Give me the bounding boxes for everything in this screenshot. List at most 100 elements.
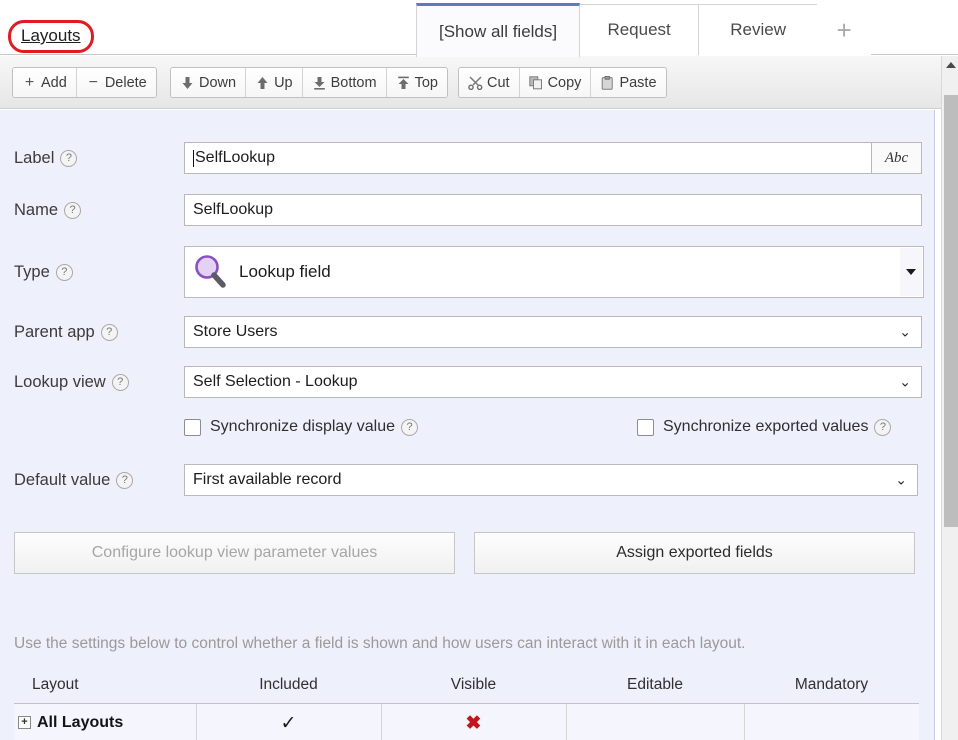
plus-icon: +	[836, 14, 852, 45]
lookup-view-select-value: Self Selection - Lookup	[193, 373, 358, 390]
parent-app-select[interactable]: Store Users ⌄	[184, 316, 922, 348]
help-icon[interactable]: ?	[60, 149, 78, 167]
column-header-included: Included	[196, 670, 381, 704]
tab-show-all-fields[interactable]: [Show all fields]	[416, 3, 581, 57]
help-icon[interactable]: ?	[64, 201, 82, 219]
help-icon[interactable]: ?	[401, 418, 418, 436]
move-down-button-label: Down	[199, 74, 237, 91]
label-field-caption: Label ?	[14, 149, 184, 168]
parent-app-caption: Parent app ?	[14, 323, 184, 342]
arrow-up-icon	[945, 61, 956, 68]
default-value-select[interactable]: First available record ⌄	[184, 464, 918, 496]
tab-label: Review	[730, 20, 786, 39]
scissors-icon	[468, 75, 483, 90]
scrollbar-thumb[interactable]	[944, 95, 958, 527]
breadcrumb-link-layouts[interactable]: Layouts	[21, 26, 81, 45]
sync-display-value-checkbox[interactable]	[184, 418, 201, 436]
cell-included[interactable]: ✓	[196, 703, 382, 740]
lookup-view-caption: Lookup view ?	[14, 373, 184, 392]
label-input[interactable]: SelfLookup	[184, 142, 872, 174]
sync-display-value-label: Synchronize display value ?	[210, 418, 418, 436]
name-field-caption: Name ?	[14, 201, 184, 220]
cell-editable[interactable]	[566, 703, 745, 740]
expand-icon[interactable]: +	[18, 716, 31, 730]
toolbar-group-edit: + Add − Delete	[12, 67, 157, 98]
layout-table-body: + All Layouts ✓ ✖	[14, 703, 919, 740]
default-value-caption-text: Default value	[14, 470, 111, 489]
chevron-down-icon: ⌄	[895, 471, 907, 488]
configure-lookup-parameters-button[interactable]: Configure lookup view parameter values	[14, 532, 455, 574]
add-button[interactable]: + Add	[13, 68, 77, 97]
chevron-down-icon: ⌄	[899, 323, 911, 340]
column-header-layout: Layout	[14, 670, 196, 704]
default-value-field-row: Default value ? First available record ⌄	[14, 464, 918, 496]
default-value-select-value: First available record	[193, 471, 342, 488]
assign-exported-fields-label: Assign exported fields	[616, 544, 773, 561]
assign-exported-fields-button[interactable]: Assign exported fields	[474, 532, 915, 574]
help-icon[interactable]: ?	[116, 471, 134, 489]
name-field-caption-text: Name	[14, 200, 59, 219]
move-up-button-label: Up	[274, 74, 293, 91]
name-input-value: SelfLookup	[193, 201, 274, 218]
parent-app-field-row: Parent app ? Store Users ⌄	[14, 316, 922, 348]
copy-button[interactable]: Copy	[519, 68, 592, 97]
cell-layout-name[interactable]: + All Layouts	[14, 703, 197, 740]
move-to-bottom-button[interactable]: Bottom	[302, 68, 387, 97]
delete-button-label: Delete	[104, 74, 147, 91]
table-row[interactable]: + All Layouts ✓ ✖	[14, 703, 919, 740]
type-field-caption: Type ?	[14, 263, 184, 282]
plus-icon: +	[24, 73, 35, 91]
move-to-top-button[interactable]: Top	[386, 68, 447, 97]
layout-settings-hint: Use the settings below to control whethe…	[14, 635, 746, 652]
parent-app-select-value: Store Users	[193, 323, 278, 340]
move-to-bottom-button-label: Bottom	[330, 74, 377, 91]
field-editor-window: Layouts [Show all fields] Request Review…	[0, 0, 958, 740]
type-dropdown[interactable]: Lookup field	[184, 246, 924, 298]
cell-mandatory[interactable]	[744, 703, 919, 740]
sync-exported-values-checkbox[interactable]	[637, 418, 654, 436]
lookup-view-select[interactable]: Self Selection - Lookup ⌄	[184, 366, 922, 398]
text-caret	[193, 149, 194, 167]
type-field-row: Type ? Lookup field	[14, 246, 924, 298]
clipboard-icon	[600, 75, 615, 90]
paste-button[interactable]: Paste	[591, 68, 666, 97]
vertical-scrollbar[interactable]	[941, 56, 958, 740]
copy-button-label: Copy	[547, 74, 582, 91]
sync-display-value-checkbox-group[interactable]: Synchronize display value ?	[184, 418, 418, 436]
tab-review[interactable]: Review	[698, 4, 819, 55]
move-up-button[interactable]: Up	[246, 68, 303, 97]
label-format-button-text: Abc	[884, 149, 909, 166]
name-input[interactable]: SelfLookup	[184, 194, 922, 226]
label-field-caption-text: Label	[14, 148, 55, 167]
tab-request[interactable]: Request	[579, 4, 700, 55]
column-header-mandatory: Mandatory	[744, 670, 919, 704]
help-icon[interactable]: ?	[100, 323, 118, 341]
field-properties-form: Label ? SelfLookup Abc Name ? SelfLookup	[0, 110, 935, 740]
help-icon[interactable]: ?	[111, 373, 129, 391]
add-tab-button[interactable]: +	[817, 4, 872, 55]
label-format-button[interactable]: Abc	[872, 142, 922, 174]
add-button-label: Add	[41, 74, 67, 91]
editor-toolbar: + Add − Delete Down Up Bottom Top Cut Co…	[0, 56, 941, 109]
column-header-editable: Editable	[566, 670, 744, 704]
configure-lookup-parameters-label: Configure lookup view parameter values	[91, 544, 378, 561]
magnifier-icon	[191, 252, 229, 292]
sync-exported-values-checkbox-group[interactable]: Synchronize exported values ?	[637, 418, 892, 436]
help-icon[interactable]: ?	[55, 263, 73, 281]
label-field-row: Label ? SelfLookup Abc	[14, 142, 922, 174]
help-icon[interactable]: ?	[874, 418, 892, 436]
sync-exported-values-label: Synchronize exported values ?	[663, 418, 892, 436]
move-down-button[interactable]: Down	[171, 68, 247, 97]
scroll-up-button[interactable]	[942, 56, 958, 73]
copy-icon	[528, 75, 544, 90]
move-to-top-button-label: Top	[414, 74, 438, 91]
lookup-view-field-row: Lookup view ? Self Selection - Lookup ⌄	[14, 366, 922, 398]
cut-button[interactable]: Cut	[459, 68, 520, 97]
chevron-down-icon[interactable]	[900, 248, 922, 296]
sync-display-value-label-text: Synchronize display value	[210, 418, 395, 435]
cell-visible[interactable]: ✖	[381, 703, 567, 740]
tab-list: [Show all fields] Request Review +	[416, 3, 872, 57]
delete-button[interactable]: − Delete	[76, 68, 156, 97]
layouts-annotation-highlight: Layouts	[8, 20, 94, 53]
layout-table-header-row: Layout Included Visible Editable Mandato…	[14, 670, 919, 704]
